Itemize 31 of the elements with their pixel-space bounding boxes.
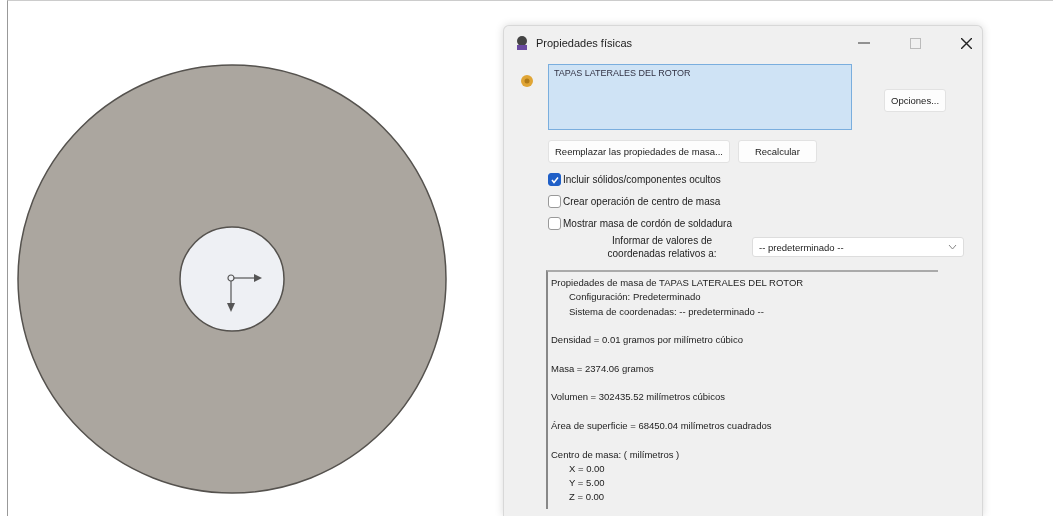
checkbox-label: Mostrar masa de cordón de soldadura xyxy=(563,218,732,229)
caret-icon xyxy=(948,244,957,250)
checkbox[interactable] xyxy=(548,173,561,186)
component-icon xyxy=(520,74,534,88)
result-line: Densidad = 0.01 gramos por milímetro cúbico xyxy=(551,333,744,348)
selection-item[interactable]: TAPAS LATERALES DEL ROTOR xyxy=(554,68,846,78)
result-line: Y = 5.00 xyxy=(568,476,606,491)
recalculate-button[interactable]: Recalcular xyxy=(737,140,817,163)
maximize-icon[interactable] xyxy=(910,37,921,49)
window-title: Propiedades físicas xyxy=(536,37,632,49)
checkbox[interactable] xyxy=(548,217,561,230)
axis-triad-icon xyxy=(227,274,263,314)
result-line: Masa = 2374.06 gramos xyxy=(551,361,655,376)
options-button[interactable]: Opciones... xyxy=(884,89,947,112)
result-line: Sistema de coordenadas: -- predeterminado -- xyxy=(568,304,765,319)
result-line: X = 0.00 xyxy=(568,461,606,476)
replace-mass-button[interactable]: Reemplazar las propiedades de masa... xyxy=(548,140,730,163)
selection-list[interactable]: TAPAS LATERALES DEL ROTOR xyxy=(548,64,852,130)
result-line: Propiedades de masa de TAPAS LATERALES DEL ROTOR xyxy=(551,276,805,290)
checkbox-label: Incluir sólidos/componentes ocultos xyxy=(563,174,721,185)
close-icon[interactable] xyxy=(961,37,972,49)
result-line: Volumen = 302435.52 milímetros cúbicos xyxy=(551,390,726,405)
result-line: Z = 0.00 xyxy=(568,490,606,505)
app-icon xyxy=(514,35,530,51)
result-line: Área de superficie = 68450.04 milímetros cuadrados xyxy=(551,418,773,433)
result-line: Centro de masa: ( milímetros ) xyxy=(551,447,681,462)
coordinate-system-dropdown[interactable]: -- predeterminado -- xyxy=(752,237,964,257)
checkbox-label: Crear operación de centro de masa xyxy=(563,196,721,207)
coordinates-label: Informar de valores de coordenadas relativos a: xyxy=(606,234,718,260)
checkbox[interactable] xyxy=(548,195,561,208)
result-line: Configuración: Predeterminado xyxy=(568,290,702,305)
